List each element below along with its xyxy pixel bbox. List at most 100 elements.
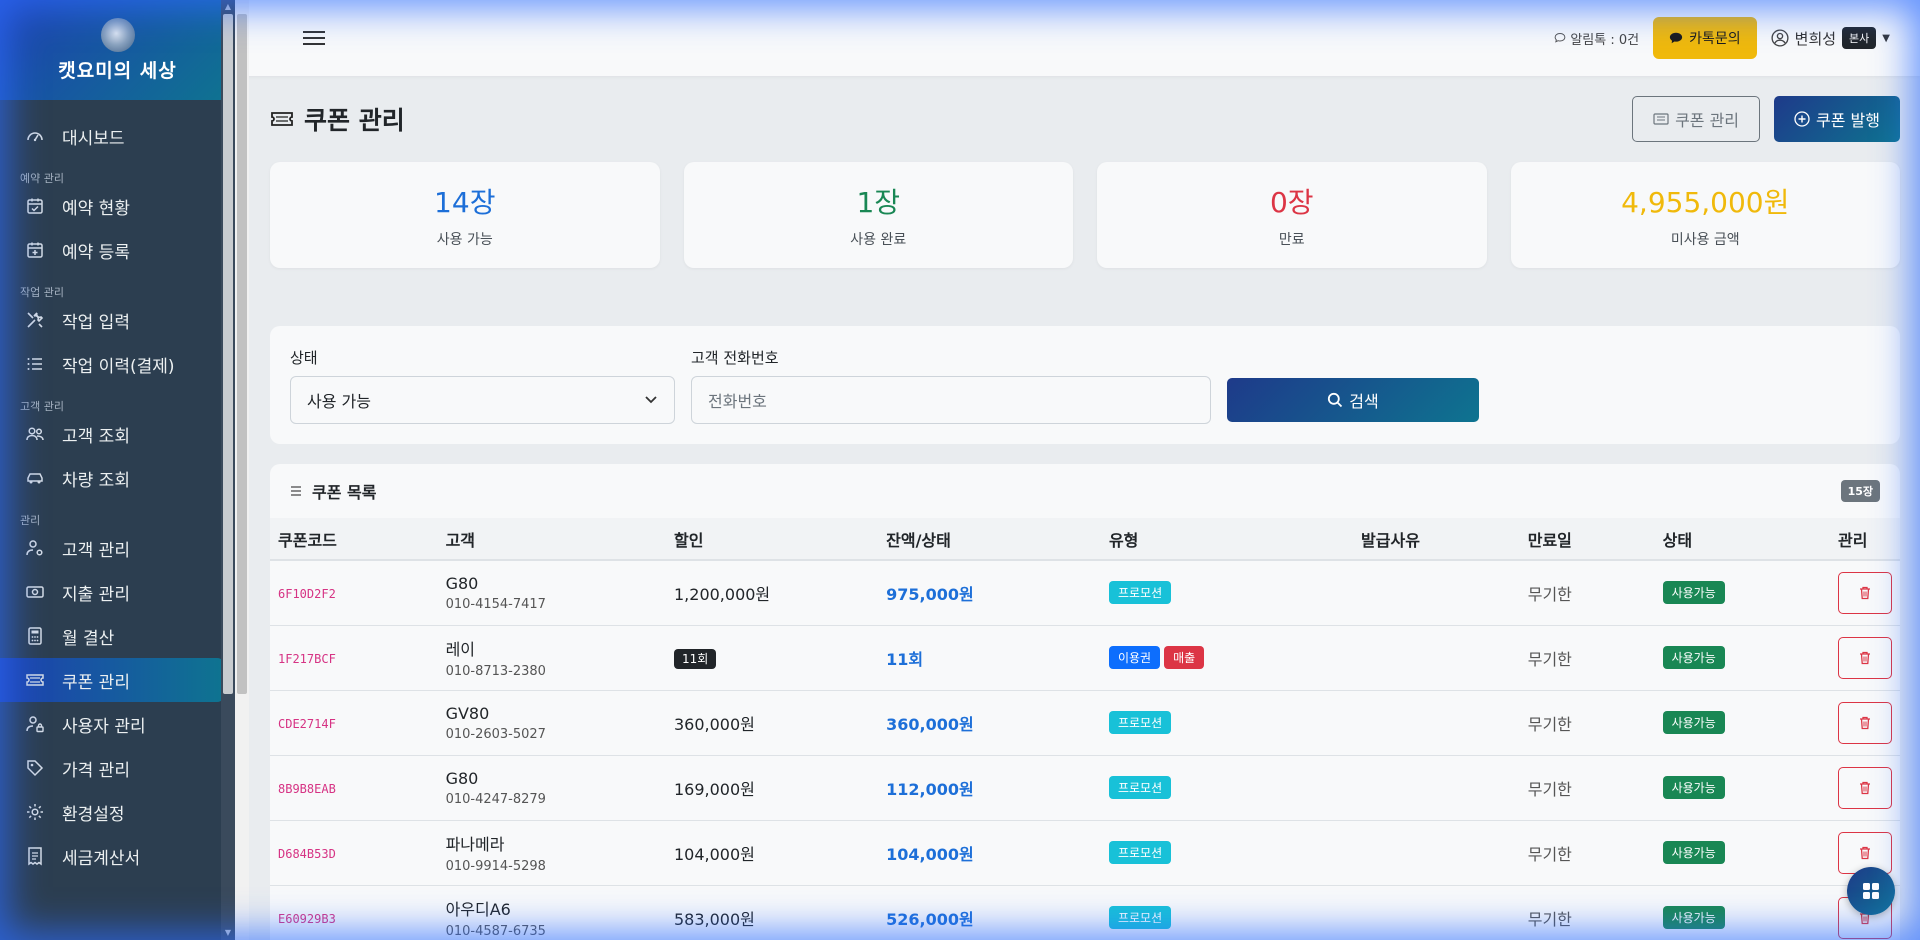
- scroll-up-arrow-icon[interactable]: ▲: [223, 2, 233, 12]
- expire-date: 무기한: [1527, 779, 1572, 799]
- stat-value: 4,955,000원: [1621, 181, 1789, 221]
- kakao-inquiry-button[interactable]: 카톡문의: [1653, 17, 1757, 59]
- sidebar-item[interactable]: 가격 관리: [0, 746, 225, 790]
- column-header[interactable]: 발급사유: [1353, 518, 1520, 561]
- stat-unit: 원: [1763, 186, 1790, 219]
- coupon-issue-label: 쿠폰 발행: [1816, 111, 1880, 130]
- sidebar-item[interactable]: 차량 조회: [0, 456, 225, 500]
- status-badge: 사용가능: [1662, 776, 1725, 799]
- sidebar-section-label: 고객 관리: [20, 400, 64, 413]
- sidebar-item[interactable]: 세금계산서: [0, 834, 225, 878]
- sidebar-item[interactable]: 쿠폰 관리: [0, 658, 225, 702]
- sidebar-item-label: 월 결산: [62, 628, 115, 649]
- sidebar-item[interactable]: 사용자 관리: [0, 702, 225, 746]
- gear-icon: [24, 801, 46, 823]
- coupon-code: CDE2714F: [278, 717, 336, 731]
- column-header[interactable]: 잔액/상태: [878, 518, 1101, 561]
- sidebar-item[interactable]: 대시보드: [0, 114, 225, 158]
- kakao-label: 카톡문의: [1689, 31, 1741, 47]
- main-scrollbar[interactable]: [235, 0, 249, 940]
- balance-value: 975,000원: [886, 584, 974, 604]
- delete-button[interactable]: [1838, 636, 1892, 679]
- user-menu[interactable]: 변희성 본사 ▼: [1771, 27, 1890, 49]
- discount-count-badge: 11회: [674, 649, 717, 669]
- brand-logo: [100, 17, 135, 52]
- coupon-manage-button[interactable]: 쿠폰 관리: [1632, 96, 1761, 142]
- stat-value: 1장: [856, 181, 900, 221]
- sidebar-item-label: 고객 관리: [62, 540, 130, 561]
- brand[interactable]: 캣요미의 세상: [0, 0, 235, 100]
- caret-down-icon[interactable]: ▼: [1882, 33, 1890, 44]
- sidebar-section-label: 작업 관리: [20, 286, 64, 299]
- ticket-icon: [24, 669, 46, 691]
- sidebar-scrollbar[interactable]: ▲ ▼: [221, 0, 235, 940]
- coupon-issue-button[interactable]: 쿠폰 발행: [1774, 96, 1900, 142]
- status-badge: 사용가능: [1662, 906, 1725, 929]
- sidebar-item[interactable]: 월 결산: [0, 614, 225, 658]
- sidebar-item-label: 가격 관리: [62, 760, 130, 781]
- search-button[interactable]: 검색: [1227, 378, 1479, 422]
- type-badge: 프로모션: [1108, 776, 1172, 799]
- delete-button[interactable]: [1838, 701, 1892, 744]
- table-row[interactable]: CDE2714F GV80 010-2603-5027 360,000원 360,000…: [270, 690, 1900, 756]
- person-lock-icon: [24, 713, 46, 735]
- main-scroll-thumb[interactable]: [237, 14, 247, 694]
- sidebar-item-label: 예약 현황: [62, 198, 130, 219]
- column-header[interactable]: 할인: [666, 518, 879, 561]
- chat-icon: [1554, 33, 1566, 43]
- sidebar-item-label: 차량 조회: [62, 470, 130, 491]
- type-badge: 프로모션: [1108, 711, 1172, 734]
- sidebar-item[interactable]: 작업 입력: [0, 298, 225, 342]
- stat-number: 14: [434, 186, 470, 219]
- phone-search-input[interactable]: 전화번호: [691, 376, 1211, 424]
- calculator-icon: [24, 625, 46, 647]
- column-header[interactable]: 만료일: [1519, 518, 1655, 561]
- stat-card: 0장 만료: [1097, 162, 1487, 268]
- customer-phone: 010-4154-7417: [445, 596, 546, 612]
- people-icon: [24, 423, 46, 445]
- sidebar-scroll-thumb[interactable]: [223, 14, 233, 694]
- status-select[interactable]: 사용 가능: [290, 376, 675, 424]
- stat-card: 14장 사용 가능: [270, 162, 660, 268]
- sidebar-item[interactable]: 예약 현황: [0, 184, 225, 228]
- column-header[interactable]: 유형: [1100, 518, 1354, 561]
- table-row[interactable]: 6F10D2F2 G80 010-4154-7417 1,200,000원 975,00…: [270, 560, 1900, 626]
- sidebar-item[interactable]: 지출 관리: [0, 570, 225, 614]
- expire-date: 무기한: [1527, 584, 1572, 604]
- table-row[interactable]: E60929B3 아우디A6 010-4587-6735 583,000원 526,00…: [270, 885, 1900, 940]
- stat-label: 미사용 금액: [1670, 232, 1740, 248]
- filter-panel: 상태 사용 가능 고객 전화번호 전화번호 검색: [270, 326, 1900, 444]
- coupon-list-title: 쿠폰 목록: [312, 483, 377, 502]
- sidebar-item[interactable]: 예약 등록: [0, 228, 225, 272]
- stat-unit: 장: [874, 186, 901, 219]
- delete-button[interactable]: [1838, 571, 1892, 614]
- alarm-text: 알림톡 : 0건: [1570, 32, 1640, 48]
- sidebar-item[interactable]: 고객 관리: [0, 526, 225, 570]
- sidebar-item[interactable]: 환경설정: [0, 790, 225, 834]
- table-row[interactable]: 1F217BCF 레이 010-8713-2380 11회 11회 이용권 매출 무기한 사용가…: [270, 625, 1900, 691]
- trash-icon: [1860, 716, 1870, 729]
- sidebar-item[interactable]: 고객 조회: [0, 412, 225, 456]
- table-row[interactable]: 8B9B8EAB G80 010-4247-8279 169,000원 112,000원…: [270, 755, 1900, 821]
- expire-date: 무기한: [1527, 649, 1572, 669]
- coupon-manage-label: 쿠폰 관리: [1675, 111, 1740, 130]
- delete-button[interactable]: [1838, 766, 1892, 809]
- trash-icon: [1860, 586, 1870, 599]
- sidebar-nav: 대시보드 예약 관리 예약 현황 예약 등록 작업 관리 작업 입력 작업 이력(결제) 고객…: [0, 100, 235, 878]
- column-header[interactable]: 관리: [1830, 518, 1900, 561]
- status-badge: 사용가능: [1662, 711, 1725, 734]
- customer-phone: 010-8713-2380: [445, 664, 546, 679]
- apps-fab-button[interactable]: [1847, 867, 1895, 915]
- sidebar-item[interactable]: 작업 이력(결제): [0, 342, 225, 386]
- table-row[interactable]: D684B53D 파나메라 010-9914-5298 104,000원 104,000…: [270, 820, 1900, 886]
- tools-icon: [24, 309, 46, 331]
- scroll-down-arrow-icon[interactable]: ▼: [223, 928, 233, 938]
- column-header[interactable]: 고객: [437, 518, 666, 561]
- topbar: 알림톡 : 0건 카톡문의 변희성 본사 ▼: [235, 0, 1920, 76]
- balance-value: 104,000원: [886, 844, 974, 864]
- calendar-check-icon: [24, 195, 46, 217]
- menu-toggle-icon[interactable]: [303, 31, 325, 45]
- column-header[interactable]: 쿠폰코드: [270, 518, 438, 561]
- column-header[interactable]: 상태: [1654, 518, 1830, 561]
- phone-filter-label: 고객 전화번호: [691, 349, 779, 367]
